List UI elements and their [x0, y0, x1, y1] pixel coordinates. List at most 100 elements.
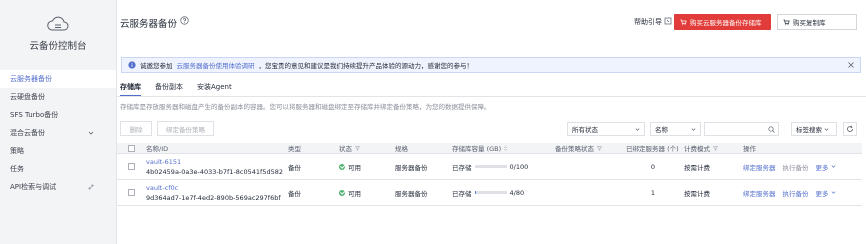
vault-id: 4b02459a-0a3e-4033-b7f1-8c0541f5d582	[146, 167, 283, 176]
sidebar-item-evs-backup[interactable]: 云硬盘备份	[0, 88, 116, 106]
vault-name-link[interactable]: vault-cf0c	[146, 183, 178, 193]
vault-name-link[interactable]: vault-6151	[146, 157, 181, 167]
toolbar: 删除 绑定备份策略 所有状态 名称 标签搜索	[117, 121, 866, 137]
search-icon[interactable]	[768, 126, 775, 133]
sort-icon[interactable]	[503, 145, 508, 151]
vault-type: 备份	[288, 163, 301, 172]
status-filter-select[interactable]: 所有状态	[567, 122, 645, 136]
vault-bound-count[interactable]: 0	[643, 154, 655, 179]
vault-capacity-cell: 已存储 0/100	[452, 154, 528, 179]
table-header: 名称/ID 类型 状态 规格 存储库容量 (GB) 备份策略状态 已绑定服务器 …	[117, 143, 862, 154]
tab-install-agent[interactable]: 安装Agent	[197, 82, 232, 97]
select-all-checkbox[interactable]	[128, 144, 135, 152]
filter-icon[interactable]	[597, 145, 602, 151]
buy-replication-vault-button[interactable]: 购买复制库	[777, 14, 857, 30]
sidebar-item-label: 任务	[10, 165, 24, 173]
sidebar-item-label: 策略	[10, 147, 24, 155]
sidebar-item-label: 混合云备份	[10, 129, 45, 137]
sidebar-item-api-explorer[interactable]: API检索与调试	[0, 178, 116, 196]
sidebar-brand: 云备份控制台	[0, 0, 116, 63]
tag-search-label: 标签搜索	[796, 126, 822, 134]
more-link[interactable]: 更多	[816, 162, 829, 172]
cart-icon	[783, 19, 790, 25]
sidebar-item-policy[interactable]: 策略	[0, 142, 116, 160]
row-checkbox[interactable]	[128, 163, 135, 170]
chevron-down-icon	[88, 131, 94, 135]
vault-name-cell: vault-6151 4b02459a-0a3e-4033-b7f1-8c054…	[146, 154, 283, 179]
sidebar-item-label: 云硬盘备份	[10, 93, 45, 101]
main-content: 云服务器备份 帮助引导 购买云服务器备份存储库 购买复制库 诚邀您参加 云服务器备…	[117, 0, 866, 244]
chevron-down-icon	[824, 127, 829, 131]
table-row: vault-6151 4b02459a-0a3e-4033-b7f1-8c054…	[117, 154, 862, 180]
more-link[interactable]: 更多	[816, 188, 829, 198]
sidebar-item-label: API检索与调试	[10, 183, 57, 191]
console-title: 云备份控制台	[29, 41, 87, 52]
sidebar-item-tasks[interactable]: 任务	[0, 160, 116, 178]
chevron-down-icon	[691, 128, 696, 131]
select-all-cell	[128, 143, 135, 153]
sidebar-nav: 云服务器备份 云硬盘备份 SFS Turbo备份 混合云备份 策略 任务 API…	[0, 70, 116, 196]
page-title: 云服务器备份	[120, 19, 178, 30]
th-policy: 备份策略状态	[555, 143, 602, 153]
tab-vaults[interactable]: 存储库	[120, 82, 141, 97]
th-status-label: 状态	[339, 145, 352, 153]
filter-icon[interactable]	[355, 145, 360, 151]
capacity-label: 已存储	[452, 189, 472, 198]
vault-bound-count[interactable]: 1	[643, 180, 655, 205]
vault-ops-cell: 绑定服务器 执行备份 更多	[743, 154, 836, 179]
guide-icon	[664, 17, 672, 25]
sidebar-item-label: SFS Turbo备份	[10, 111, 59, 119]
tag-search-button[interactable]: 标签搜索	[791, 122, 837, 136]
filter-icon[interactable]	[713, 145, 718, 151]
vault-ops-cell: 绑定服务器 执行备份 更多	[743, 180, 836, 205]
close-icon[interactable]	[847, 61, 855, 69]
page-description: 存储库是存放服务器和磁盘产生的备份副本的容器。您可以将服务器和磁盘绑定至存储库并…	[120, 103, 491, 111]
notice-suffix: ，您宝贵的意见和建议是我们持续提升产品体验的源动力，感谢您的参与！	[258, 62, 474, 70]
th-name: 名称/ID	[146, 145, 169, 153]
th-ops: 操作	[743, 145, 756, 153]
vault-name-cell: vault-cf0c 9d364ad7-1e7f-4ed2-890b-569ac…	[146, 180, 281, 205]
th-billing-label: 计费模式	[684, 145, 710, 153]
bind-server-link[interactable]: 绑定服务器	[743, 188, 776, 198]
capacity-label: 已存储	[452, 163, 472, 172]
sidebar-item-label: 云服务器备份	[10, 75, 52, 83]
capacity-value: 4/80	[509, 188, 525, 197]
vault-status-cell: 可用	[339, 154, 361, 179]
buy-vault-label: 购买云服务器备份存储库	[690, 19, 762, 27]
vault-billing: 按需计费	[684, 189, 710, 198]
execute-backup-link[interactable]: 执行备份	[783, 162, 809, 172]
vault-billing: 按需计费	[684, 163, 710, 172]
chevron-down-icon	[635, 128, 640, 131]
th-capacity-label: 存储库容量 (GB)	[452, 145, 502, 153]
th-status: 状态	[339, 143, 360, 153]
capacity-bar-fill	[474, 191, 477, 194]
vault-status: 可用	[348, 189, 361, 198]
execute-backup-link[interactable]: 执行备份	[783, 188, 809, 198]
sidebar-item-hybrid-backup[interactable]: 混合云备份	[0, 124, 116, 142]
vault-spec: 服务器备份	[395, 189, 428, 198]
help-question-icon[interactable]	[180, 16, 189, 25]
info-icon	[128, 61, 136, 69]
tab-divider	[117, 96, 866, 97]
row-checkbox[interactable]	[128, 189, 135, 196]
help-guide-link[interactable]: 帮助引导	[634, 17, 662, 27]
vault-capacity-cell: 已存储 4/80	[452, 180, 524, 205]
survey-link[interactable]: 云服务器备份使用体验调研	[177, 60, 255, 70]
th-policy-label: 备份策略状态	[555, 145, 594, 153]
buy-vault-button[interactable]: 购买云服务器备份存储库	[674, 14, 771, 30]
cart-icon	[680, 19, 687, 25]
tab-backups[interactable]: 备份副本	[155, 82, 183, 97]
search-field-select[interactable]: 名称	[650, 122, 701, 136]
refresh-button[interactable]	[843, 122, 857, 136]
notice-prefix: 诚邀您参加	[140, 62, 173, 70]
buy-replication-vault-label: 购买复制库	[793, 19, 826, 27]
vault-status-cell: 可用	[339, 180, 361, 205]
th-type: 类型	[288, 145, 301, 153]
delete-button[interactable]: 删除	[120, 121, 152, 136]
sidebar-item-sfs-turbo-backup[interactable]: SFS Turbo备份	[0, 106, 116, 124]
search-input[interactable]	[704, 122, 779, 136]
sidebar-item-ecs-backup[interactable]: 云服务器备份	[0, 70, 116, 88]
bind-policy-button[interactable]: 绑定备份策略	[157, 121, 214, 136]
bind-server-link[interactable]: 绑定服务器	[743, 162, 776, 172]
vault-table: 名称/ID 类型 状态 规格 存储库容量 (GB) 备份策略状态 已绑定服务器 …	[117, 143, 862, 206]
